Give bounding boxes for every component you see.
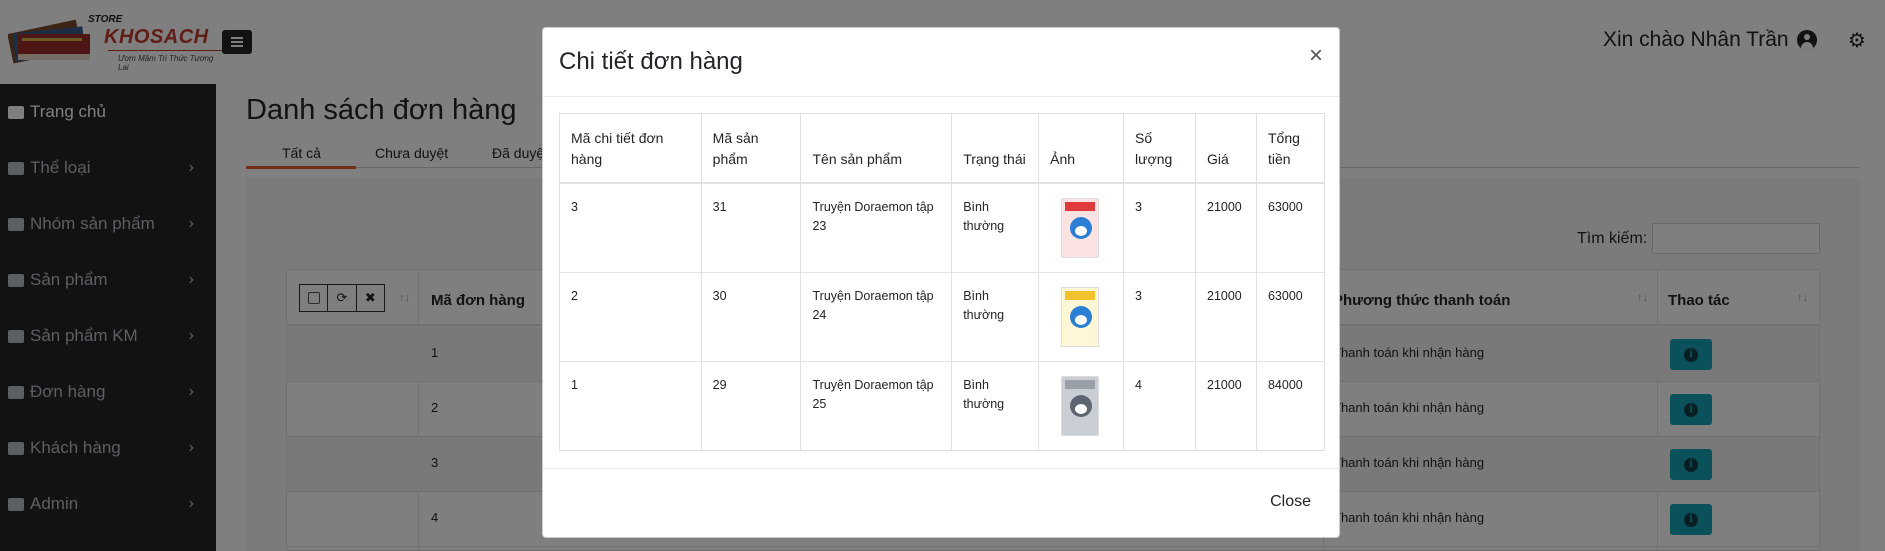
detail-id-cell: 1 (559, 361, 702, 451)
image-cell (1038, 272, 1125, 362)
quantity-cell: 3 (1123, 272, 1196, 362)
quantity-cell: 4 (1123, 361, 1196, 451)
product-cover-image (1061, 287, 1100, 347)
column-header: Trạng thái (951, 113, 1040, 184)
table-row: 3 31 Truyện Doraemon tập 23 Bình thường … (559, 182, 1326, 273)
close-icon[interactable]: × (1309, 44, 1323, 68)
column-header: Tên sản phẩm (800, 113, 953, 184)
total-cell: 84000 (1255, 361, 1326, 451)
quantity-cell: 3 (1123, 182, 1196, 273)
price-cell: 21000 (1195, 272, 1257, 362)
price-cell: 21000 (1195, 361, 1257, 451)
product-id-cell: 30 (700, 272, 802, 362)
order-detail-table: Mã chi tiết đơn hàng Mã sản phẩm Tên sản… (559, 113, 1326, 451)
product-name-cell: Truyện Doraemon tập 23 (800, 182, 953, 273)
price-cell: 21000 (1195, 182, 1257, 273)
order-detail-modal: Chi tiết đơn hàng × Mã chi tiết đơn hàng… (542, 27, 1340, 538)
product-cover-image (1061, 376, 1100, 436)
detail-id-cell: 2 (559, 272, 702, 362)
table-row: 1 29 Truyện Doraemon tập 25 Bình thường … (559, 361, 1326, 451)
product-cover-image (1061, 198, 1100, 258)
status-cell: Bình thường (951, 272, 1040, 362)
detail-id-cell: 3 (559, 182, 702, 273)
modal-header: Chi tiết đơn hàng × (543, 28, 1339, 97)
status-cell: Bình thường (951, 361, 1040, 451)
column-header: Số lượng (1123, 113, 1196, 184)
product-name-cell: Truyện Doraemon tập 24 (800, 272, 953, 362)
table-header-row: Mã chi tiết đơn hàng Mã sản phẩm Tên sản… (559, 113, 1326, 184)
product-id-cell: 29 (700, 361, 802, 451)
close-button[interactable]: Close (1270, 493, 1311, 511)
image-cell (1038, 182, 1125, 273)
column-header: Ảnh (1038, 113, 1125, 184)
product-name-cell: Truyện Doraemon tập 25 (800, 361, 953, 451)
total-cell: 63000 (1255, 182, 1326, 273)
table-row: 2 30 Truyện Doraemon tập 24 Bình thường … (559, 272, 1326, 362)
total-cell: 63000 (1255, 272, 1326, 362)
product-id-cell: 31 (700, 182, 802, 273)
modal-footer: Close (543, 468, 1339, 539)
status-cell: Bình thường (951, 182, 1040, 273)
column-header: Mã chi tiết đơn hàng (559, 113, 702, 184)
column-header: Tổng tiền (1255, 113, 1326, 184)
image-cell (1038, 361, 1125, 451)
column-header: Giá (1195, 113, 1257, 184)
column-header: Mã sản phẩm (700, 113, 802, 184)
modal-title: Chi tiết đơn hàng (559, 48, 743, 75)
